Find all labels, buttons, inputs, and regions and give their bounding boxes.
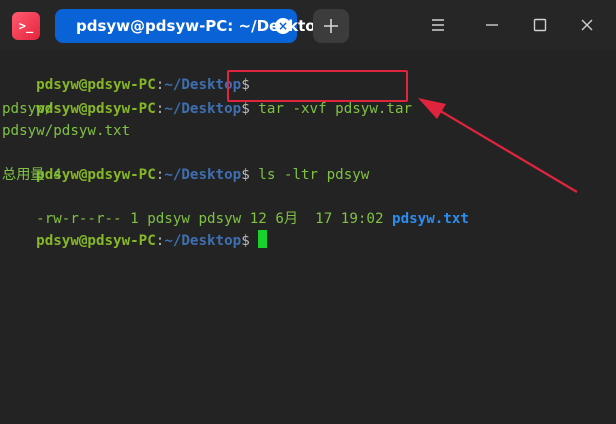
annotation-arrow-icon xyxy=(418,98,578,193)
